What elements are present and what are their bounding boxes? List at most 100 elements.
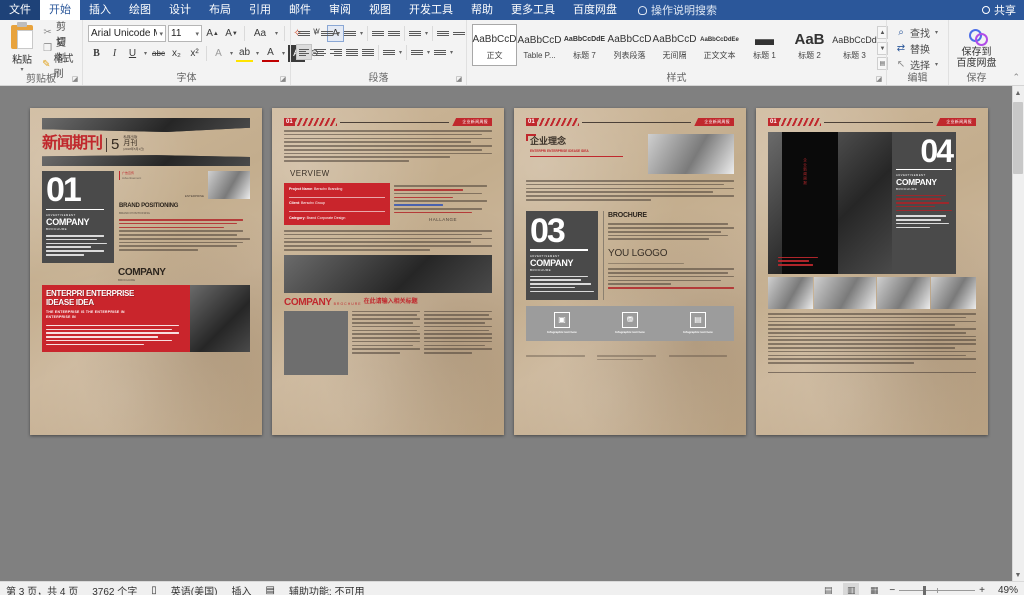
document-page-2[interactable]: 01 企业新闻周报 VERVIEW Project Name: Berschx … bbox=[272, 108, 504, 435]
font-dialog-launcher[interactable]: ◪ bbox=[279, 76, 287, 84]
tab-developer[interactable]: 开发工具 bbox=[400, 0, 462, 20]
scrollbar-thumb[interactable] bbox=[1013, 102, 1023, 174]
align-left-button[interactable] bbox=[296, 44, 312, 60]
vertical-scrollbar[interactable]: ▲ ▼ bbox=[1012, 86, 1024, 581]
change-case-button[interactable]: Aa bbox=[249, 25, 271, 42]
document-canvas[interactable]: 新闻期刊 5 私媒出版 月刊 [2018年5月1日] 01 ADVERTISEM… bbox=[0, 86, 1024, 581]
collapse-ribbon-button[interactable]: ⌃ bbox=[1012, 72, 1020, 83]
justify-button[interactable] bbox=[344, 44, 360, 60]
numbering-button[interactable] bbox=[319, 25, 335, 41]
status-page-info[interactable]: 第 3 页，共 4 页 bbox=[6, 583, 78, 595]
style-item-no-spacing[interactable]: AaBbCcD 无间隔 bbox=[652, 24, 697, 66]
select-button[interactable]: ↖ 选择 ▾ bbox=[892, 57, 943, 72]
bold-button[interactable]: B bbox=[88, 45, 105, 62]
tab-insert[interactable]: 插入 bbox=[80, 0, 120, 20]
tab-more-tools[interactable]: 更多工具 bbox=[502, 0, 564, 20]
format-painter-button[interactable]: ✎ 格式刷 bbox=[39, 54, 77, 80]
status-accessibility[interactable]: 辅助功能: 不可用 bbox=[289, 583, 365, 595]
font-color-button[interactable]: A bbox=[262, 45, 279, 62]
tab-view[interactable]: 视图 bbox=[360, 0, 400, 20]
line-spacing-button[interactable] bbox=[381, 44, 397, 60]
borders-button[interactable] bbox=[432, 44, 448, 60]
page-strip: 新闻期刊 5 私媒出版 月刊 [2018年5月1日] 01 ADVERTISEM… bbox=[0, 86, 1024, 435]
font-name-combo[interactable]: Arial Unicode M ▾ bbox=[88, 25, 166, 42]
styles-dialog-launcher[interactable]: ◪ bbox=[875, 76, 883, 84]
shading-button[interactable] bbox=[409, 44, 425, 60]
style-item-table-p[interactable]: AaBbCcD Table P... bbox=[517, 24, 562, 66]
style-item-heading3[interactable]: AaBbCcDd 标题 3 bbox=[832, 24, 877, 66]
tab-file[interactable]: 文件 bbox=[0, 0, 40, 20]
zoom-level-label[interactable]: 49% bbox=[992, 585, 1018, 595]
multilevel-list-button[interactable] bbox=[342, 25, 358, 41]
view-print-layout-button[interactable]: ▥ bbox=[843, 583, 860, 595]
status-language[interactable]: 英语(美国) bbox=[171, 583, 218, 595]
tab-help[interactable]: 帮助 bbox=[462, 0, 502, 20]
proofing-icon[interactable]: ▯ bbox=[151, 585, 157, 595]
page1-second-banner-image bbox=[42, 155, 250, 167]
style-item-body-text[interactable]: AaBbCcDdEe 正文文本 bbox=[697, 24, 742, 66]
increase-indent-button[interactable] bbox=[386, 25, 402, 41]
tell-me-search[interactable]: 操作说明搜索 bbox=[626, 2, 717, 18]
zoom-out-button[interactable]: − bbox=[889, 585, 895, 595]
chinese-layout-button[interactable] bbox=[407, 25, 423, 41]
style-item-heading2[interactable]: AaB 标题 2 bbox=[787, 24, 832, 66]
style-item-list-paragraph[interactable]: AaBbCcD 列表段落 bbox=[607, 24, 652, 66]
status-insert-mode[interactable]: 插入 bbox=[231, 583, 251, 595]
find-button[interactable]: ⌕ 查找 ▾ bbox=[892, 25, 943, 40]
tab-layout[interactable]: 布局 bbox=[200, 0, 240, 20]
save-to-baidu-button[interactable]: 保存到 百度网盘 bbox=[954, 22, 999, 69]
tab-draw[interactable]: 绘图 bbox=[120, 0, 160, 20]
grow-font-button[interactable]: A ▲ bbox=[204, 25, 221, 42]
distribute-button[interactable] bbox=[360, 44, 376, 60]
zoom-track[interactable] bbox=[899, 585, 976, 595]
styles-gallery[interactable]: AaBbCcD 正文 AaBbCcD Table P... AaBbCcDdE … bbox=[472, 22, 888, 70]
style-item-body[interactable]: AaBbCcD 正文 bbox=[472, 24, 517, 66]
page1-mid-sub: BROCHURE bbox=[118, 277, 136, 282]
document-page-3[interactable]: 01 企业新闻周报 企业理念 ENTERPRI ENTERPRISE IDEAS… bbox=[514, 108, 746, 435]
page2-field3-key: Category bbox=[289, 215, 305, 220]
clipboard-dialog-launcher[interactable]: ◪ bbox=[71, 76, 79, 84]
align-center-button[interactable] bbox=[312, 44, 328, 60]
paragraph-dialog-launcher[interactable]: ◪ bbox=[455, 76, 463, 84]
group-label-paragraph: 段落 bbox=[368, 73, 389, 84]
tab-design[interactable]: 设计 bbox=[160, 0, 200, 20]
page4-label-company: COMPANY bbox=[896, 177, 937, 188]
zoom-in-button[interactable]: + bbox=[979, 585, 985, 595]
decrease-indent-button[interactable] bbox=[370, 25, 386, 41]
tab-references[interactable]: 引用 bbox=[240, 0, 280, 20]
view-read-mode-button[interactable]: ▤ bbox=[820, 583, 836, 595]
subscript-button[interactable]: x₂ bbox=[168, 45, 185, 62]
align-right-button[interactable] bbox=[328, 44, 344, 60]
paste-button[interactable]: 粘贴 ▾ bbox=[5, 22, 39, 73]
zoom-slider-knob[interactable] bbox=[923, 585, 927, 595]
font-size-combo[interactable]: 11 ▾ bbox=[168, 25, 202, 42]
bullets-button[interactable] bbox=[296, 25, 312, 41]
style-caption: 标题 7 bbox=[573, 50, 596, 60]
share-button[interactable]: 共享 bbox=[982, 2, 1016, 18]
page1-kicker-tag: ENTERPRISE bbox=[184, 194, 204, 199]
document-page-1[interactable]: 新闻期刊 5 私媒出版 月刊 [2018年5月1日] 01 ADVERTISEM… bbox=[30, 108, 262, 435]
scroll-down-icon[interactable]: ▼ bbox=[1013, 570, 1023, 581]
underline-button[interactable]: U bbox=[124, 45, 141, 62]
tab-review[interactable]: 审阅 bbox=[320, 0, 360, 20]
tab-baidu-netdisk[interactable]: 百度网盘 bbox=[564, 0, 626, 20]
superscript-button[interactable]: x² bbox=[186, 45, 203, 62]
sort-button[interactable] bbox=[435, 25, 451, 41]
style-item-heading7[interactable]: AaBbCcDdE 标题 7 bbox=[562, 24, 607, 66]
replace-button[interactable]: ⇄ 替换 bbox=[892, 41, 943, 56]
strikethrough-button[interactable]: abc bbox=[150, 45, 167, 62]
style-item-heading1[interactable]: ▬ 标题 1 bbox=[742, 24, 787, 66]
show-marks-button[interactable] bbox=[451, 25, 467, 41]
highlight-color-button[interactable]: ab bbox=[236, 45, 253, 62]
shrink-font-button[interactable]: A ▼ bbox=[223, 25, 240, 42]
group-clipboard: 粘贴 ▾ ✂ 剪切 ❐ 复制 ✎ 格式刷 剪贴板 ◪ bbox=[0, 20, 82, 85]
tab-mailings[interactable]: 邮件 bbox=[280, 0, 320, 20]
italic-button[interactable]: I bbox=[106, 45, 123, 62]
text-effects-button[interactable]: A bbox=[210, 45, 227, 62]
track-changes-icon[interactable]: ▤ bbox=[265, 585, 274, 595]
view-web-layout-button[interactable]: ▦ bbox=[866, 583, 882, 595]
scroll-up-icon[interactable]: ▲ bbox=[1013, 88, 1023, 99]
document-page-4[interactable]: 01 企业新闻周报 企业新闻周报 04 ADVERTISEMENT COMPAN… bbox=[756, 108, 988, 435]
status-word-count[interactable]: 3762 个字 bbox=[92, 583, 137, 595]
zoom-slider[interactable]: − + bbox=[889, 585, 985, 595]
